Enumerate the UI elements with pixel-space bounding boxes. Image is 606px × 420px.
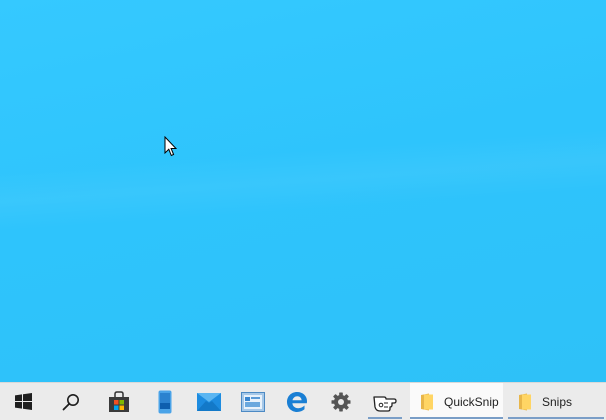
start-button[interactable] xyxy=(0,383,46,420)
snip-tool-button[interactable] xyxy=(362,383,408,420)
phone-icon xyxy=(158,390,172,413)
mail-button[interactable] xyxy=(186,383,232,420)
taskbar-window-label: Snips xyxy=(542,394,573,409)
wallpaper-streak xyxy=(0,125,606,235)
snip-hand-icon xyxy=(373,395,397,412)
folder-icon xyxy=(421,393,433,410)
edge-button[interactable] xyxy=(274,383,320,420)
search-button[interactable] xyxy=(48,383,94,420)
taskbar-window-snips[interactable]: Snips xyxy=(508,383,604,420)
gear-icon xyxy=(331,392,351,411)
phone-button[interactable] xyxy=(142,383,188,420)
photos-button[interactable] xyxy=(230,383,276,420)
mail-icon xyxy=(197,392,221,411)
mouse-cursor-icon xyxy=(164,136,177,157)
edge-icon xyxy=(287,391,307,412)
folder-icon xyxy=(519,393,531,410)
store-button[interactable] xyxy=(96,383,142,420)
taskbar-window-quicksnip[interactable]: QuickSnip xyxy=(410,383,503,420)
desktop[interactable] xyxy=(0,0,606,382)
windows-logo-icon xyxy=(14,393,32,410)
search-icon xyxy=(62,393,79,410)
store-bag-icon xyxy=(109,390,129,412)
taskbar-window-label: QuickSnip xyxy=(444,394,499,409)
settings-button[interactable] xyxy=(318,383,364,420)
photos-icon xyxy=(241,391,265,412)
taskbar: QuickSnip Snips xyxy=(0,382,606,420)
